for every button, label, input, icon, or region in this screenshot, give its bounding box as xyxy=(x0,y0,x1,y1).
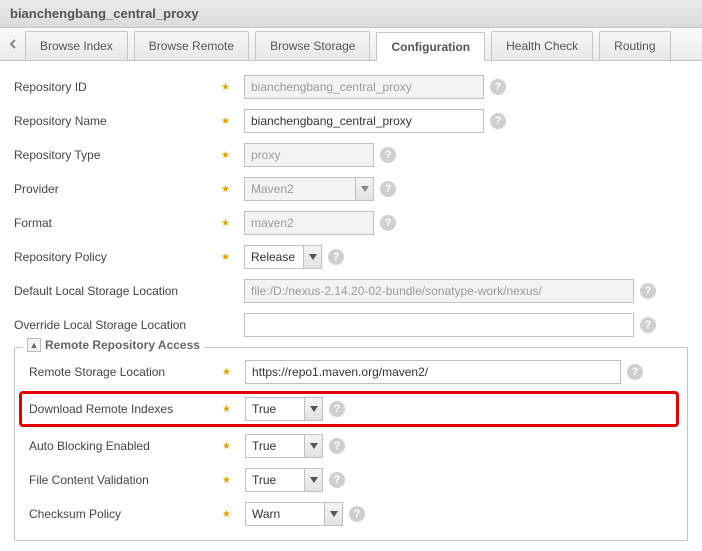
format-input xyxy=(244,211,374,235)
chevron-down-icon[interactable] xyxy=(304,435,322,457)
field-label: Checksum Policy xyxy=(29,507,121,521)
field-label: Repository ID xyxy=(14,80,87,94)
help-icon[interactable]: ? xyxy=(490,79,506,95)
help-icon[interactable]: ? xyxy=(328,249,344,265)
required-star-icon: ★ xyxy=(222,509,231,520)
help-icon[interactable]: ? xyxy=(329,401,345,417)
override-storage-input[interactable] xyxy=(244,313,634,337)
repository-policy-select[interactable] xyxy=(244,245,322,269)
field-label: Provider xyxy=(14,182,59,196)
repository-name-input[interactable] xyxy=(244,109,484,133)
tab-label: Routing xyxy=(614,39,655,53)
help-icon[interactable]: ? xyxy=(329,438,345,454)
section-legend: ▲ Remote Repository Access xyxy=(23,338,204,352)
chevron-down-icon xyxy=(355,178,373,200)
help-icon[interactable]: ? xyxy=(380,215,396,231)
tab-label: Browse Index xyxy=(40,39,113,53)
field-label: Format xyxy=(14,216,52,230)
required-star-icon: ★ xyxy=(221,82,230,93)
provider-select xyxy=(244,177,374,201)
field-label: File Content Validation xyxy=(29,473,149,487)
row-auto-blocking: Auto Blocking Enabled ★ ? xyxy=(29,434,673,458)
help-icon[interactable]: ? xyxy=(627,364,643,380)
chevron-down-icon[interactable] xyxy=(324,503,342,525)
row-repository-name: Repository Name ★ ? xyxy=(14,109,688,133)
chevron-down-icon[interactable] xyxy=(303,246,321,268)
field-label: Repository Name xyxy=(14,114,107,128)
required-star-icon: ★ xyxy=(222,367,231,378)
field-label: Auto Blocking Enabled xyxy=(29,439,150,453)
configuration-form: Repository ID ★ ? Repository Name ★ ? Repo… xyxy=(0,61,702,551)
field-label: Repository Type xyxy=(14,148,101,162)
download-remote-indexes-select[interactable] xyxy=(245,397,323,421)
required-star-icon: ★ xyxy=(221,116,230,127)
provider-value xyxy=(245,178,355,200)
tab-bar: Browse Index Browse Remote Browse Storag… xyxy=(0,28,702,61)
help-icon[interactable]: ? xyxy=(349,506,365,522)
help-icon[interactable]: ? xyxy=(380,147,396,163)
page-header: bianchengbang_central_proxy xyxy=(0,0,702,28)
row-default-storage: Default Local Storage Location ? xyxy=(14,279,688,303)
row-download-remote-indexes: Download Remote Indexes ★ ? xyxy=(29,397,673,421)
remote-storage-input[interactable] xyxy=(245,360,621,384)
tab-browse-storage[interactable]: Browse Storage xyxy=(255,31,370,60)
tab-browse-index[interactable]: Browse Index xyxy=(25,31,128,60)
tab-label: Browse Storage xyxy=(270,39,355,53)
repository-id-input xyxy=(244,75,484,99)
checksum-policy-value xyxy=(246,503,324,525)
repository-policy-value xyxy=(245,246,303,268)
repository-type-input xyxy=(244,143,374,167)
tab-label: Configuration xyxy=(391,40,470,54)
row-format: Format ★ ? xyxy=(14,211,688,235)
auto-blocking-value xyxy=(246,435,304,457)
row-provider: Provider ★ ? xyxy=(14,177,688,201)
file-content-validation-select[interactable] xyxy=(245,468,323,492)
tab-configuration[interactable]: Configuration xyxy=(376,32,485,61)
row-remote-storage: Remote Storage Location ★ ? xyxy=(29,360,673,384)
auto-blocking-select[interactable] xyxy=(245,434,323,458)
field-label: Download Remote Indexes xyxy=(29,402,173,416)
remote-repository-access-section: ▲ Remote Repository Access Remote Storag… xyxy=(14,347,688,541)
required-star-icon: ★ xyxy=(221,218,230,229)
tab-label: Health Check xyxy=(506,39,578,53)
tab-browse-remote[interactable]: Browse Remote xyxy=(134,31,249,60)
tab-scroll-left-icon[interactable] xyxy=(4,28,22,60)
tab-health-check[interactable]: Health Check xyxy=(491,31,593,60)
collapse-up-icon[interactable]: ▲ xyxy=(27,338,41,352)
required-star-icon: ★ xyxy=(222,404,231,415)
field-label: Repository Policy xyxy=(14,250,107,264)
file-content-validation-value xyxy=(246,469,304,491)
section-title: Remote Repository Access xyxy=(45,338,200,352)
required-star-icon: ★ xyxy=(222,475,231,486)
chevron-down-icon[interactable] xyxy=(304,469,322,491)
tab-routing[interactable]: Routing xyxy=(599,31,670,60)
help-icon[interactable]: ? xyxy=(380,181,396,197)
help-icon[interactable]: ? xyxy=(329,472,345,488)
required-star-icon: ★ xyxy=(221,252,230,263)
help-icon[interactable]: ? xyxy=(640,283,656,299)
required-star-icon: ★ xyxy=(221,150,230,161)
row-repository-policy: Repository Policy ★ ? xyxy=(14,245,688,269)
field-label: Override Local Storage Location xyxy=(14,318,186,332)
tab-label: Browse Remote xyxy=(149,39,234,53)
highlight-download-remote-indexes: Download Remote Indexes ★ ? xyxy=(19,391,679,427)
required-star-icon: ★ xyxy=(221,184,230,195)
field-label: Remote Storage Location xyxy=(29,365,165,379)
chevron-down-icon[interactable] xyxy=(304,398,322,420)
help-icon[interactable]: ? xyxy=(490,113,506,129)
row-repository-type: Repository Type ★ ? xyxy=(14,143,688,167)
checksum-policy-select[interactable] xyxy=(245,502,343,526)
required-star-icon: ★ xyxy=(222,441,231,452)
row-file-content-validation: File Content Validation ★ ? xyxy=(29,468,673,492)
help-icon[interactable]: ? xyxy=(640,317,656,333)
row-override-storage: Override Local Storage Location ? xyxy=(14,313,688,337)
field-label: Default Local Storage Location xyxy=(14,284,178,298)
download-remote-indexes-value xyxy=(246,398,304,420)
default-storage-input xyxy=(244,279,634,303)
page-title: bianchengbang_central_proxy xyxy=(10,6,199,21)
row-repository-id: Repository ID ★ ? xyxy=(14,75,688,99)
row-checksum-policy: Checksum Policy ★ ? xyxy=(29,502,673,526)
